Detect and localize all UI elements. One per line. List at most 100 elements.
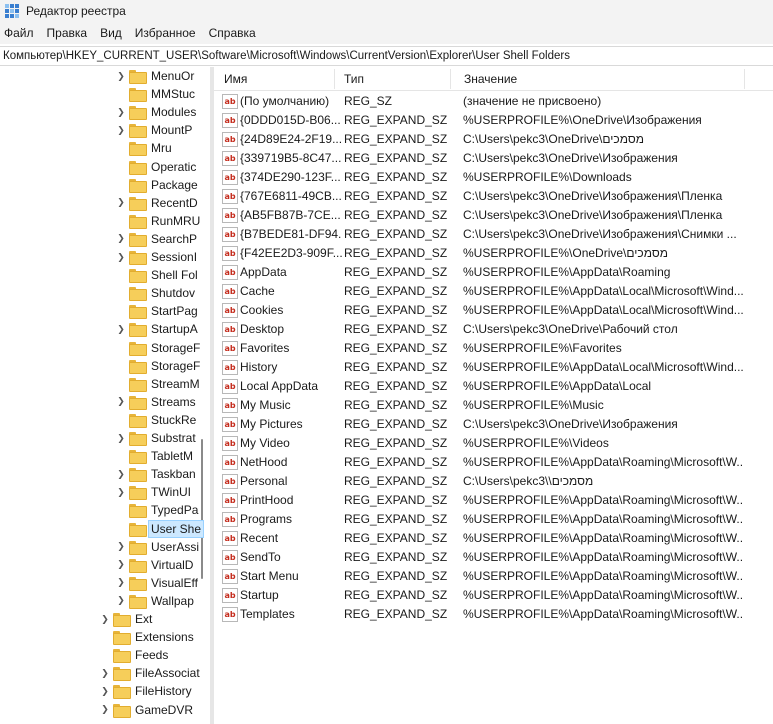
tree-item-label: MountP [151,123,193,138]
value-row[interactable]: ab {AB5FB87B-7CE... REG_EXPAND_SZ C:\Users\… [214,206,773,225]
value-row[interactable]: ab (По умолчанию) REG_SZ (значение не присв… [214,92,773,111]
value-row[interactable]: ab My Pictures REG_EXPAND_SZ C:\Users\pekc3… [214,415,773,434]
tree-item[interactable]: ❯ Modules [116,103,198,121]
tree-item[interactable]: RunMRU [116,212,202,230]
chevron-right-icon[interactable]: ❯ [100,701,110,719]
tree-item[interactable]: TabletM [116,447,195,465]
address-bar[interactable]: Компьютер\HKEY_CURRENT_USER\Software\Mic… [0,46,773,66]
value-row[interactable]: ab Desktop REG_EXPAND_SZ C:\Users\pekc3\One… [214,320,773,339]
chevron-right-icon[interactable]: ❯ [100,610,110,628]
value-row[interactable]: ab {0DDD015D-B06... REG_EXPAND_SZ %USERPROF… [214,111,773,130]
menu-help[interactable]: Справка [204,22,264,44]
tree-item[interactable]: ❯ VirtualD [116,556,195,574]
tree-item[interactable]: Operatic [116,158,198,176]
chevron-right-icon[interactable]: ❯ [116,393,126,411]
tree-item[interactable]: ❯ SessionI [116,248,199,266]
tree-item[interactable]: ❯ VisualEff [116,574,200,592]
value-row[interactable]: ab History REG_EXPAND_SZ %USERPROFILE%\AppD… [214,358,773,377]
tree-item[interactable]: ❯ GameDVR [100,701,195,719]
value-row[interactable]: ab SendTo REG_EXPAND_SZ %USERPROFILE%\AppDa… [214,548,773,567]
tree-item[interactable]: StartPag [116,302,200,320]
tree-item[interactable]: Package [116,176,200,194]
chevron-right-icon[interactable]: ❯ [100,664,110,682]
tree-item[interactable]: StuckRe [116,411,198,429]
chevron-right-icon[interactable]: ❯ [116,556,126,574]
value-row[interactable]: ab Favorites REG_EXPAND_SZ %USERPROFILE%\Fa… [214,339,773,358]
value-row[interactable]: ab AppData REG_EXPAND_SZ %USERPROFILE%\AppD… [214,263,773,282]
chevron-right-icon[interactable]: ❯ [116,230,126,248]
column-type[interactable]: Тип [334,67,364,91]
value-row[interactable]: ab Cache REG_EXPAND_SZ %USERPROFILE%\AppDat… [214,282,773,301]
chevron-right-icon[interactable]: ❯ [116,103,126,121]
chevron-right-icon[interactable]: ❯ [116,320,126,338]
value-row[interactable]: ab {F42EE2D3-909F... REG_EXPAND_SZ %USERPRO… [214,244,773,263]
chevron-right-icon[interactable]: ❯ [116,574,126,592]
tree-item[interactable]: StreamM [116,375,202,393]
value-row[interactable]: ab {24D89E24-2F19... REG_EXPAND_SZ C:\Users… [214,130,773,149]
column-separator[interactable] [744,69,745,89]
column-name[interactable]: Имя [214,67,247,91]
tree-item[interactable]: Shutdov [116,284,197,302]
tree-item[interactable]: StorageF [116,339,202,357]
chevron-right-icon[interactable]: ❯ [116,194,126,212]
tree-item[interactable]: Feeds [100,646,170,664]
tree-item[interactable]: Shell Fol [116,266,200,284]
key-tree-pane[interactable]: ❯ MenuOr MMStuc ❯ Modules ❯ MountP Mru Operatic P… [0,67,210,724]
tree-item[interactable]: ❯ Ext [100,610,154,628]
value-row[interactable]: ab NetHood REG_EXPAND_SZ %USERPROFILE%\AppD… [214,453,773,472]
menu-favorites[interactable]: Избранное [130,22,204,44]
tree-item[interactable]: ❯ TWinUI [116,483,193,501]
chevron-right-icon[interactable]: ❯ [116,121,126,139]
tree-item[interactable]: ❯ Wallpap [116,592,196,610]
tree-item[interactable]: ❯ Streams [116,393,198,411]
menu-file[interactable]: Файл [0,22,42,44]
value-row[interactable]: ab Start Menu REG_EXPAND_SZ %USERPROFILE%\A… [214,567,773,586]
value-row[interactable]: ab Recent REG_EXPAND_SZ %USERPROFILE%\AppDa… [214,529,773,548]
tree-item[interactable]: ❯ SearchP [116,230,199,248]
column-value[interactable]: Значение [454,67,517,91]
tree-item[interactable]: ❯ UserAssi [116,538,201,556]
menu-edit[interactable]: Правка [42,22,96,44]
tree-item[interactable]: ❯ Taskban [116,465,198,483]
chevron-right-icon[interactable]: ❯ [116,538,126,556]
chevron-right-icon[interactable]: ❯ [116,67,126,85]
chevron-right-icon[interactable]: ❯ [116,248,126,266]
value-row[interactable]: ab Startup REG_EXPAND_SZ %USERPROFILE%\AppD… [214,586,773,605]
value-row[interactable]: ab My Video REG_EXPAND_SZ %USERPROFILE%\Vid… [214,434,773,453]
value-row[interactable]: ab My Music REG_EXPAND_SZ %USERPROFILE%\Mus… [214,396,773,415]
column-separator[interactable] [450,69,451,89]
value-row[interactable]: ab {767E6811-49CB... REG_EXPAND_SZ C:\Users… [214,187,773,206]
tree-item[interactable]: ❯ Substrat [116,429,198,447]
tree-item[interactable]: User She [116,519,205,538]
tree-item[interactable]: MMStuc [116,85,197,103]
chevron-right-icon[interactable]: ❯ [116,483,126,501]
tree-item[interactable]: ❯ StartupA [116,320,200,338]
tree-item[interactable]: ❯ FileHistory [100,682,194,700]
value-row[interactable]: ab {B7BEDE81-DF94... REG_EXPAND_SZ C:\Users… [214,225,773,244]
tree-item[interactable]: Extensions [100,628,196,646]
chevron-right-icon[interactable]: ❯ [116,429,126,447]
menu-view[interactable]: Вид [95,22,130,44]
chevron-right-icon[interactable]: ❯ [116,592,126,610]
tree-item[interactable]: ❯ FileAssociat [100,664,202,682]
tree-item[interactable]: StorageF [116,357,202,375]
value-row[interactable]: ab Local AppData REG_EXPAND_SZ %USERPROFILE… [214,377,773,396]
tree-item[interactable]: Mru [116,139,174,157]
tree-scrollbar-thumb[interactable] [201,439,203,579]
value-row[interactable]: ab Personal REG_EXPAND_SZ C:\Users\pekc3\\מ… [214,472,773,491]
value-row[interactable]: ab Cookies REG_EXPAND_SZ %USERPROFILE%\AppD… [214,301,773,320]
chevron-right-icon[interactable]: ❯ [100,682,110,700]
values-list-pane[interactable]: Имя Тип Значение ab (По умолчанию) REG_SZ(… [214,67,773,724]
value-row[interactable]: ab {339719B5-8C47... REG_EXPAND_SZ C:\Users… [214,149,773,168]
tree-item[interactable]: TypedPa [116,501,200,519]
value-row[interactable]: ab {374DE290-123F... REG_EXPAND_SZ %USERPRO… [214,168,773,187]
value-row[interactable]: ab PrintHood REG_EXPAND_SZ %USERPROFILE%\Ap… [214,491,773,510]
value-row[interactable]: ab Templates REG_EXPAND_SZ %USERPROFILE%\Ap… [214,605,773,624]
tree-item[interactable]: ❯ MountP [116,121,194,139]
value-row[interactable]: ab Programs REG_EXPAND_SZ %USERPROFILE%\App… [214,510,773,529]
tree-item[interactable]: ❯ MenuOr [116,67,196,85]
tree-item[interactable]: ❯ RecentD [116,194,200,212]
tree-scrollbar[interactable] [198,67,206,724]
chevron-right-icon[interactable]: ❯ [116,465,126,483]
address-path[interactable]: Компьютер\HKEY_CURRENT_USER\Software\Mic… [3,50,570,62]
